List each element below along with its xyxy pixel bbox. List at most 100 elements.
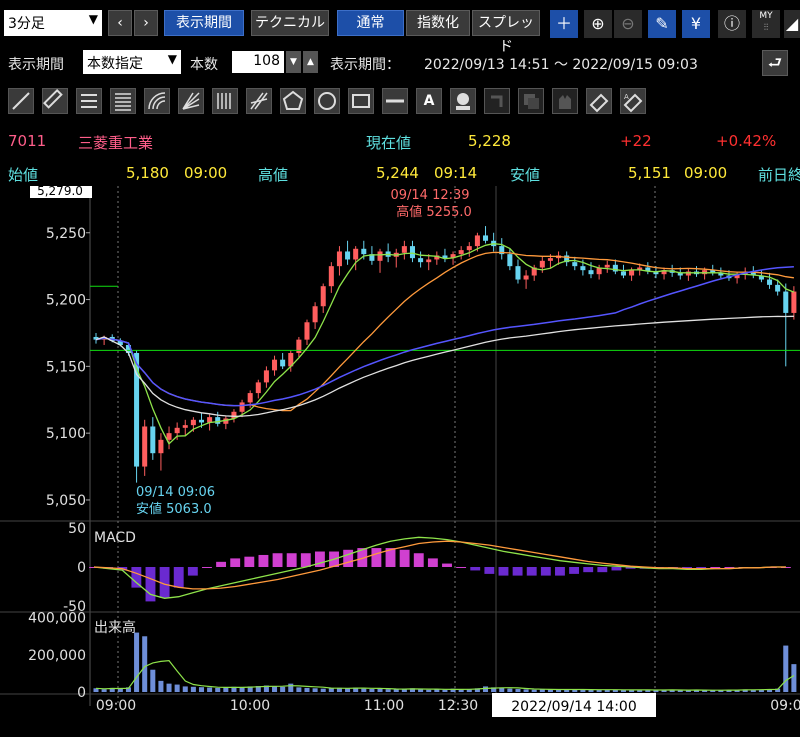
hline-tool-icon[interactable] — [382, 88, 408, 114]
price-chart[interactable]: 5,250 5,200 5,150 5,100 5,050 5,279.0 09/14 1… — [0, 186, 800, 737]
timeframe-select[interactable]: 3分足 ▼ — [4, 10, 102, 36]
volume-bar — [190, 686, 196, 692]
stamp-tool-icon[interactable] — [450, 88, 476, 114]
candle-body — [409, 246, 415, 259]
period-mode-value: 本数指定 — [87, 56, 143, 72]
price-top-label: 5,279.0 — [37, 186, 83, 198]
count-label: 本数 — [190, 57, 218, 73]
candle-body — [426, 259, 432, 263]
timeframe-value: 3分足 — [8, 16, 45, 32]
fib-retracement-tool-icon[interactable] — [110, 88, 136, 114]
volume-bar — [296, 687, 302, 692]
period-button[interactable]: 表示期間 — [164, 10, 244, 36]
macd-histogram-bar — [484, 567, 495, 574]
next-button[interactable]: › — [134, 10, 158, 36]
copy-tool-icon[interactable] — [518, 88, 544, 114]
candle-body — [158, 439, 164, 454]
technical-button[interactable]: テクニカル — [251, 10, 329, 36]
macd-histogram-bar — [202, 567, 212, 568]
volume-bar — [182, 686, 188, 692]
candle-body — [207, 417, 213, 423]
candle-body — [507, 254, 513, 267]
count-input[interactable]: 108 — [232, 51, 284, 73]
yen-icon[interactable]: ¥ — [682, 10, 710, 38]
channel-tool-icon[interactable] — [246, 88, 272, 114]
zoom-out-icon[interactable]: ⊖ — [614, 10, 642, 38]
count-down-icon[interactable]: ▼ — [286, 51, 301, 73]
volume-bar — [377, 688, 383, 692]
macd-histogram-bar — [300, 553, 311, 567]
open-time: 09:00 — [184, 164, 228, 182]
price-tick-label: 5,100 — [46, 426, 86, 442]
volume-bar — [158, 680, 164, 692]
volume-bar — [312, 688, 318, 692]
candle-body — [620, 271, 626, 276]
pencil-icon[interactable]: ✎ — [648, 10, 676, 38]
fib-arc-tool-icon[interactable] — [144, 88, 170, 114]
price-axis: 5,250 5,200 5,150 5,100 5,050 5,279.0 — [30, 186, 92, 509]
volume-bar — [320, 688, 326, 692]
volume-bar — [288, 683, 294, 692]
zoom-in-icon[interactable]: ⊕ — [584, 10, 612, 38]
macd-histogram-bar — [399, 549, 410, 567]
hand-tool-icon[interactable] — [552, 88, 578, 114]
candle-body — [539, 260, 545, 268]
time-tick-label: 09:0 — [770, 698, 800, 714]
candle-body — [142, 426, 148, 467]
low-value: 5,151 — [628, 164, 671, 182]
low-annotation-label: 安値 5063.0 — [136, 501, 212, 517]
macd-histogram-bar — [569, 567, 580, 574]
period-mode-select[interactable]: 本数指定 ▼ — [83, 50, 181, 74]
candle-body — [466, 246, 472, 251]
volume-bar — [101, 689, 107, 692]
info-icon[interactable]: ⓘ — [718, 10, 746, 38]
prev-button[interactable]: ‹ — [108, 10, 132, 36]
candle-body — [515, 266, 521, 280]
my-settings-icon[interactable]: MY ⫶⫶ — [752, 10, 780, 38]
macd-histogram-bar — [230, 558, 241, 567]
count-up-icon[interactable]: ▲ — [303, 51, 318, 73]
current-value: 5,228 — [468, 132, 511, 150]
crosshair-icon[interactable]: ＋ — [550, 10, 578, 38]
index-button[interactable]: 指数化 — [406, 10, 470, 36]
ruler-tool-icon[interactable] — [42, 88, 68, 114]
fan-tool-icon[interactable] — [178, 88, 204, 114]
text-tool-icon[interactable]: A — [416, 88, 442, 114]
pentagon-tool-icon[interactable] — [280, 88, 306, 114]
main-toolbar: 3分足 ▼ ‹ › 表示期間 テクニカル 通常 指数化 スプレッド ＋ ⊕ ⊖ … — [0, 10, 800, 55]
macd-histogram-bar — [187, 567, 198, 576]
volume-bar — [215, 687, 221, 692]
high-time: 09:14 — [434, 164, 478, 182]
candle-body — [174, 427, 180, 434]
normal-button[interactable]: 通常 — [337, 10, 404, 36]
volume-bar — [531, 689, 537, 692]
chart-type-icon[interactable]: ◢ — [784, 10, 800, 38]
macd-histogram-bar — [371, 548, 382, 567]
macd-histogram-bar — [442, 563, 452, 567]
high-label: 高値 — [258, 166, 289, 184]
return-icon[interactable]: ⮐ — [762, 50, 788, 76]
eraser-all-tool-icon[interactable]: A — [620, 88, 646, 114]
vlines-tool-icon[interactable] — [212, 88, 238, 114]
macd-label: MACD — [94, 530, 136, 546]
rectangle-tool-icon[interactable] — [348, 88, 374, 114]
volume-bar — [304, 687, 310, 692]
trendline-tool-icon[interactable] — [8, 88, 34, 114]
candle-body — [255, 382, 261, 394]
candle-body — [612, 264, 618, 272]
volume-bar — [791, 664, 797, 692]
hlines-tool-icon[interactable] — [76, 88, 102, 114]
candle-body — [523, 275, 529, 280]
chevron-down-icon: ▼ — [167, 52, 177, 66]
eraser-tool-icon[interactable] — [586, 88, 612, 114]
spread-button[interactable]: スプレッド — [472, 10, 540, 55]
volume-bar — [166, 683, 172, 692]
macd-histogram-bar — [427, 558, 438, 567]
candle-body — [280, 359, 286, 367]
candle-body — [767, 279, 773, 285]
macd-histogram-bar — [526, 567, 537, 576]
undo-tool-icon[interactable] — [484, 88, 510, 114]
circle-tool-icon[interactable] — [314, 88, 340, 114]
range-label: 表示期間： — [330, 57, 400, 73]
macd-histogram-bar — [611, 567, 622, 571]
